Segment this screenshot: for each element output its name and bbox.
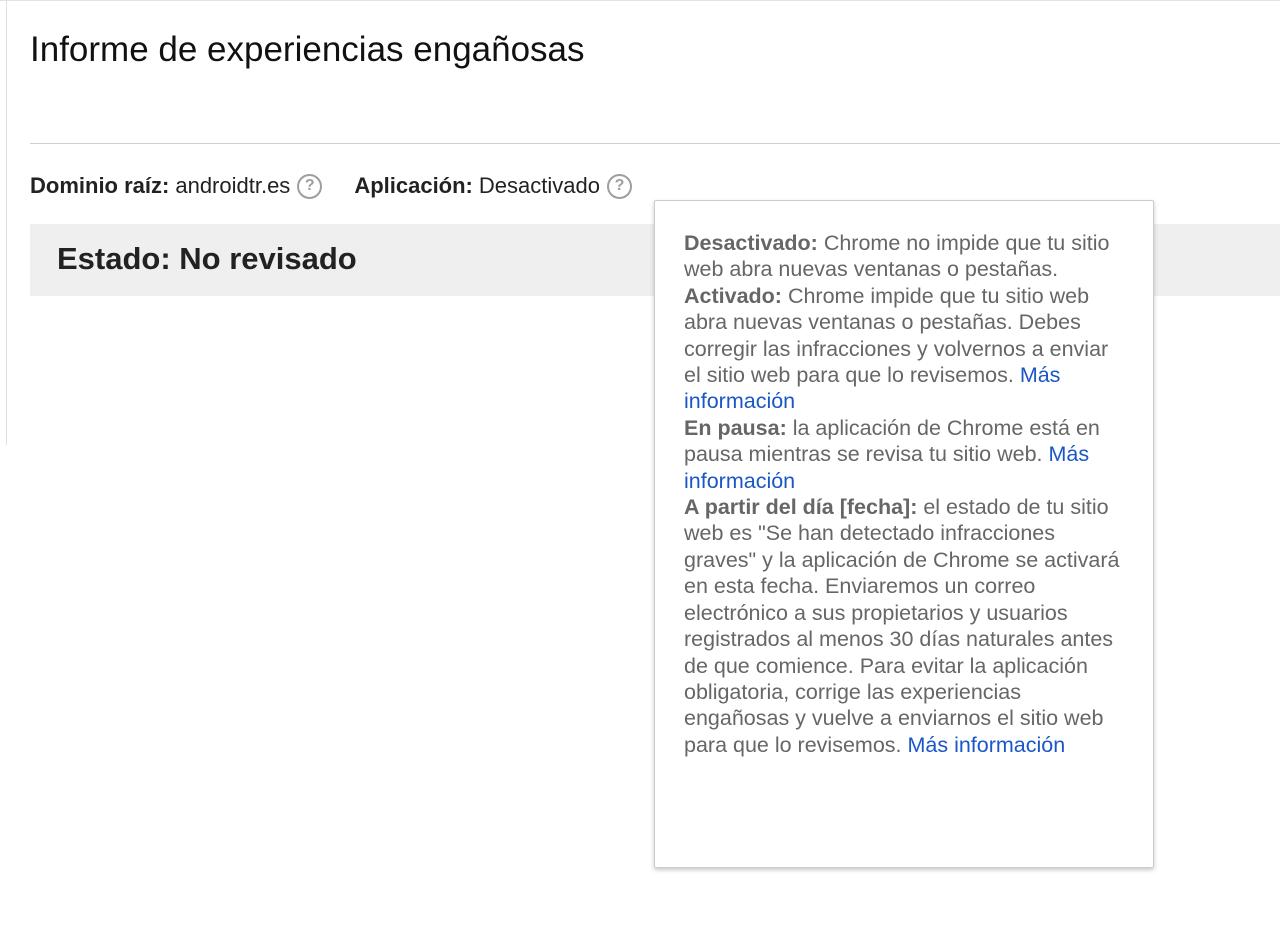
tooltip-text-from-date: el estado de tu sitio web es "Se han det…: [684, 495, 1120, 757]
top-border: [0, 0, 1280, 1]
left-border: [6, 0, 7, 445]
title-divider: [30, 143, 1280, 144]
tooltip-text: En pausa: la aplicación de Chrome está e…: [684, 415, 1125, 494]
tooltip-text: Activado: Chrome impide que tu sitio web…: [684, 283, 1125, 415]
root-domain-label: Dominio raíz:: [30, 173, 170, 198]
root-domain-item: Dominio raíz: androidtr.es ?: [30, 173, 323, 199]
enforcement-label: Aplicación:: [354, 173, 473, 198]
status-title: Estado: No revisado: [57, 241, 357, 276]
tooltip-text: A partir del día [fecha]: el estado de t…: [684, 494, 1125, 758]
tooltip-text: Desactivado: Chrome no impide que tu sit…: [684, 230, 1125, 283]
tooltip-term-on: Activado:: [684, 283, 782, 308]
enforcement-value: Desactivado: [478, 173, 600, 198]
help-icon[interactable]: ?: [297, 173, 323, 199]
more-info-link-from-date[interactable]: Más información: [907, 733, 1065, 757]
tooltip-term-off: Desactivado:: [684, 231, 818, 255]
enforcement-item: Aplicación: Desactivado ?: [354, 173, 632, 199]
page: Informe de experiencias engañosas Domini…: [0, 0, 1280, 943]
enforcement-help-tooltip: Desactivado: Chrome no impide que tu sit…: [654, 200, 1154, 868]
help-icon[interactable]: ?: [606, 173, 632, 199]
tooltip-term-paused: En pausa:: [684, 415, 787, 440]
tooltip-term-from-date: A partir del día [fecha]:: [684, 495, 918, 520]
page-title: Informe de experiencias engañosas: [30, 30, 585, 69]
root-domain-value: androidtr.es: [175, 173, 291, 198]
info-row: Dominio raíz: androidtr.es ? Aplicación:…: [30, 170, 632, 202]
